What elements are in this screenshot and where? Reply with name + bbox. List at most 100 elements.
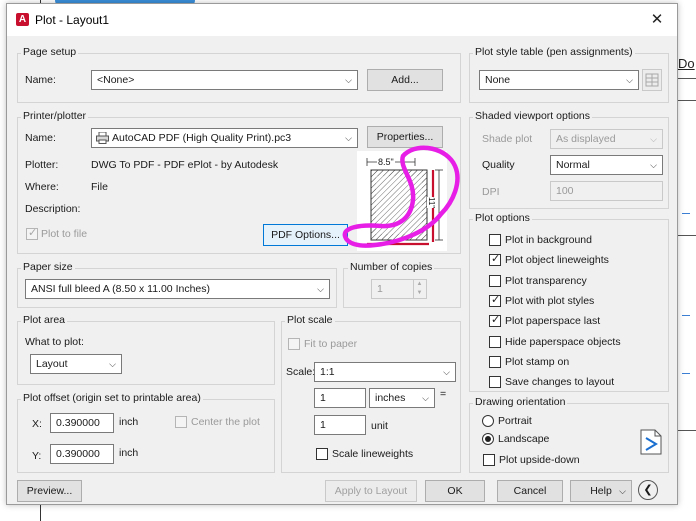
landscape-orientation-icon bbox=[640, 429, 662, 455]
plot-option-checkbox[interactable] bbox=[489, 274, 501, 287]
cancel-button[interactable]: Cancel bbox=[497, 480, 563, 502]
collapse-options-icon[interactable]: ❮ bbox=[638, 480, 658, 500]
plot-options-title: Plot options bbox=[473, 212, 532, 224]
chevron-down-icon: ⌵ bbox=[345, 75, 352, 85]
portrait-radio[interactable] bbox=[482, 415, 494, 427]
offset-y-input[interactable]: 0.390000 bbox=[50, 444, 114, 464]
printer-name-select[interactable]: AutoCAD PDF (High Quality Print).pc3 ⌵ bbox=[91, 128, 358, 148]
plot-to-file-label: Plot to file bbox=[41, 228, 88, 240]
scale-lineweights-label: Scale lineweights bbox=[332, 448, 414, 460]
shaded-viewport-group: Shaded viewport options Shade plot As di… bbox=[469, 110, 669, 209]
dpi-label: DPI bbox=[482, 186, 500, 198]
plot-option-label: Save changes to layout bbox=[505, 376, 615, 389]
plot-dialog: A Plot - Layout1 ✕ Page setup Name: <Non… bbox=[6, 3, 678, 505]
what-to-plot-label: What to plot: bbox=[25, 336, 84, 348]
chevron-down-icon: ⌵ bbox=[317, 284, 324, 294]
plot-option-checkbox[interactable] bbox=[489, 234, 501, 246]
preview-button[interactable]: Preview... bbox=[17, 480, 82, 502]
plot-style-select[interactable]: None ⌵ bbox=[479, 70, 639, 90]
chevron-down-icon: ⌵ bbox=[650, 134, 657, 144]
plot-area-group: Plot area What to plot: Layout ⌵ bbox=[17, 314, 275, 385]
fit-to-paper-label: Fit to paper bbox=[304, 338, 358, 350]
scale-label: Scale: bbox=[286, 366, 316, 378]
page-setup-group: Page setup Name: <None> ⌵ Add... bbox=[17, 46, 461, 103]
equals-sign: = bbox=[440, 388, 447, 400]
scale-value1-input[interactable]: 1 bbox=[314, 388, 366, 408]
edit-plot-style-button[interactable] bbox=[642, 69, 662, 91]
help-button[interactable]: Help ⌵ bbox=[570, 480, 632, 502]
plot-upside-down-checkbox[interactable] bbox=[483, 454, 495, 466]
center-plot-label: Center the plot bbox=[191, 416, 260, 428]
dpi-input[interactable]: 100 bbox=[550, 181, 663, 201]
paper-size-select[interactable]: ANSI full bleed A (8.50 x 11.00 Inches) … bbox=[25, 279, 330, 299]
landscape-radio[interactable] bbox=[482, 433, 494, 445]
what-to-plot-value: Layout bbox=[36, 358, 68, 370]
scale-lineweights-checkbox[interactable] bbox=[316, 448, 328, 460]
pdf-options-button[interactable]: PDF Options... bbox=[263, 224, 348, 246]
plotter-value: DWG To PDF - PDF ePlot - by Autodesk bbox=[91, 159, 279, 171]
drawing-blue-tick bbox=[682, 373, 690, 374]
drawing-line bbox=[678, 235, 696, 236]
help-label: Help bbox=[590, 485, 612, 497]
fit-to-paper-checkbox[interactable] bbox=[288, 338, 300, 350]
quality-select[interactable]: Normal ⌵ bbox=[550, 155, 663, 175]
offset-y-unit: inch bbox=[119, 447, 139, 459]
paper-size-value: ANSI full bleed A (8.50 x 11.00 Inches) bbox=[31, 283, 210, 295]
plot-option-checkbox[interactable] bbox=[489, 293, 501, 307]
page-setup-name-label: Name: bbox=[25, 74, 56, 86]
drawing-orientation-group: Drawing orientation Portrait Landscape P… bbox=[469, 396, 669, 473]
chevron-down-icon: ⌵ bbox=[650, 160, 657, 170]
close-icon[interactable]: ✕ bbox=[647, 10, 667, 30]
offset-x-label: X: bbox=[32, 418, 42, 430]
where-label: Where: bbox=[25, 181, 59, 193]
plot-option-checkbox[interactable] bbox=[489, 252, 501, 267]
copies-spinner[interactable]: ▲ ▼ bbox=[413, 280, 425, 298]
shade-plot-value: As displayed bbox=[556, 133, 616, 145]
title-bar[interactable]: A Plot - Layout1 ✕ bbox=[7, 4, 677, 36]
scale-units-select[interactable]: inches ⌵ bbox=[369, 388, 435, 408]
plot-option-label: Plot transparency bbox=[505, 274, 587, 287]
chevron-down-icon: ⌵ bbox=[422, 393, 429, 403]
copies-input[interactable]: 1 ▲ ▼ bbox=[371, 279, 427, 299]
page-setup-name-value: <None> bbox=[97, 74, 135, 86]
offset-y-label: Y: bbox=[32, 450, 42, 462]
autocad-app-icon: A bbox=[16, 13, 29, 26]
copies-value: 1 bbox=[377, 283, 383, 295]
plot-scale-title: Plot scale bbox=[285, 314, 335, 326]
landscape-label: Landscape bbox=[498, 433, 550, 445]
plot-option-label: Hide paperspace objects bbox=[505, 335, 621, 348]
center-plot-checkbox[interactable] bbox=[175, 416, 187, 428]
plot-option-checkbox[interactable] bbox=[489, 313, 501, 328]
plot-option-checkbox[interactable] bbox=[489, 335, 501, 348]
offset-x-input[interactable]: 0.390000 bbox=[50, 413, 114, 433]
plot-to-file-checkbox[interactable] bbox=[26, 226, 38, 240]
scale-select[interactable]: 1:1 ⌵ bbox=[314, 362, 456, 382]
paper-size-title: Paper size bbox=[21, 261, 75, 273]
apply-to-layout-button[interactable]: Apply to Layout bbox=[325, 480, 417, 502]
plot-upside-down-label: Plot upside-down bbox=[499, 454, 580, 466]
add-page-setup-button[interactable]: Add... bbox=[367, 69, 443, 91]
portrait-label: Portrait bbox=[498, 415, 532, 427]
ok-button[interactable]: OK bbox=[425, 480, 485, 502]
drawing-line bbox=[678, 430, 696, 431]
shaded-viewport-title: Shaded viewport options bbox=[473, 110, 592, 122]
paper-size-group: Paper size ANSI full bleed A (8.50 x 11.… bbox=[17, 261, 337, 308]
quality-label: Quality bbox=[482, 159, 515, 171]
drawing-blue-tick bbox=[682, 213, 690, 214]
plot-option-label: Plot with plot styles bbox=[505, 294, 595, 307]
what-to-plot-select[interactable]: Layout ⌵ bbox=[30, 354, 122, 374]
copies-label: Number of copies bbox=[348, 261, 435, 273]
quality-value: Normal bbox=[556, 159, 590, 171]
page-setup-name-select[interactable]: <None> ⌵ bbox=[91, 70, 358, 90]
plot-option-label: Plot in background bbox=[505, 234, 592, 246]
shade-plot-select[interactable]: As displayed ⌵ bbox=[550, 129, 663, 149]
plot-option-checkbox[interactable] bbox=[489, 355, 501, 368]
plot-option-label: Plot object lineweights bbox=[505, 254, 609, 267]
scale-value2-input[interactable]: 1 bbox=[314, 415, 366, 435]
plot-option-checkbox[interactable] bbox=[489, 376, 501, 389]
printer-name-label: Name: bbox=[25, 132, 56, 144]
plot-style-value: None bbox=[485, 74, 511, 86]
chevron-down-icon: ⌵ bbox=[619, 486, 626, 496]
page-setup-title: Page setup bbox=[21, 46, 79, 58]
plot-offset-group: Plot offset (origin set to printable are… bbox=[17, 392, 275, 473]
